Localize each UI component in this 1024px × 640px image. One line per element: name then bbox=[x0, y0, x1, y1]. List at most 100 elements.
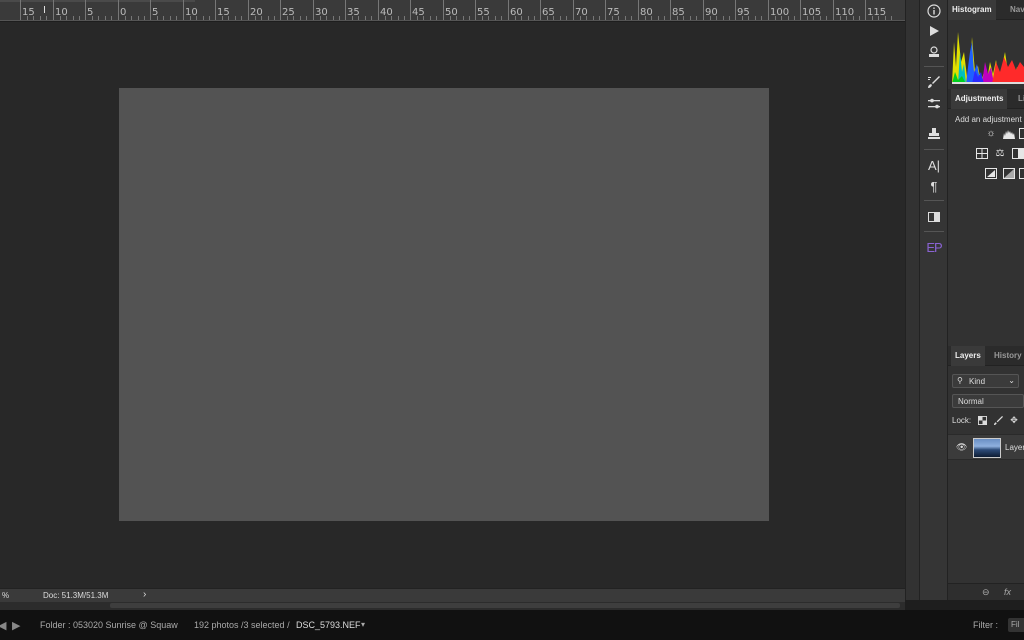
brush-settings-icon[interactable] bbox=[923, 94, 945, 114]
gradient-swatch-icon[interactable] bbox=[923, 207, 945, 227]
back-arrow-icon[interactable]: ◀ bbox=[0, 619, 6, 632]
document-canvas[interactable] bbox=[119, 88, 769, 521]
paragraph-icon[interactable]: ¶ bbox=[923, 176, 945, 196]
character-icon[interactable]: A| bbox=[923, 155, 945, 175]
ruler-minor-tick bbox=[501, 16, 502, 20]
ruler-minor-tick bbox=[365, 16, 366, 20]
ruler-minor-tick bbox=[566, 16, 567, 20]
ruler-major-tick bbox=[118, 0, 119, 20]
right-panel-dock: Histogram Nav Adjustments Li Add an adju… bbox=[948, 0, 1024, 600]
ruler-minor-tick bbox=[534, 16, 535, 20]
horizontal-scroll-thumb[interactable] bbox=[110, 603, 900, 608]
status-menu-arrow[interactable]: › bbox=[143, 589, 146, 600]
fx-icon[interactable]: fx bbox=[1004, 587, 1011, 597]
threshold-icon[interactable] bbox=[1019, 168, 1024, 179]
layer-name[interactable]: Layer bbox=[1005, 443, 1024, 452]
horizontal-scrollbar[interactable] bbox=[0, 602, 905, 610]
ruler-minor-tick bbox=[859, 16, 860, 20]
curves-icon[interactable] bbox=[1019, 128, 1024, 139]
ruler-minor-tick bbox=[515, 16, 516, 20]
tab-histogram[interactable]: Histogram bbox=[948, 0, 996, 20]
clone-source-icon[interactable] bbox=[923, 124, 945, 144]
horizontal-ruler[interactable]: 15 10 5 0 5 10 15 20 25 30 35 40 45 50 55 60 65 70 75 80 85 9… bbox=[0, 0, 905, 21]
forward-arrow-icon[interactable]: ▶ bbox=[12, 619, 20, 632]
vertical-scrollbar[interactable] bbox=[905, 0, 919, 600]
ruler-minor-tick bbox=[320, 16, 321, 20]
visibility-eye-icon[interactable]: 👁 bbox=[956, 442, 967, 453]
zoom-readout[interactable]: % bbox=[2, 591, 9, 600]
ruler-minor-tick bbox=[105, 16, 106, 20]
ruler-minor-tick bbox=[775, 16, 776, 20]
ruler-major-tick bbox=[345, 0, 346, 20]
ruler-minor-tick bbox=[235, 16, 236, 20]
ruler-minor-tick bbox=[436, 16, 437, 20]
ruler-minor-tick bbox=[742, 16, 743, 20]
color-balance-icon[interactable]: ⚖ bbox=[994, 148, 1006, 159]
ruler-minor-tick bbox=[625, 16, 626, 20]
posterize-icon[interactable] bbox=[1003, 168, 1015, 179]
ruler-minor-tick bbox=[255, 16, 256, 20]
ruler-minor-tick bbox=[781, 16, 782, 20]
ruler-minor-tick bbox=[820, 16, 821, 20]
ruler-minor-tick bbox=[144, 16, 145, 20]
ruler-top-line bbox=[0, 0, 195, 2]
lock-position-move-icon[interactable]: ✥ bbox=[1009, 415, 1019, 425]
ruler-minor-tick bbox=[209, 16, 210, 20]
ruler-major-tick bbox=[280, 0, 281, 20]
ruler-tick-label: 105 bbox=[802, 7, 822, 18]
ruler-minor-tick bbox=[268, 16, 269, 20]
tool-separator bbox=[924, 66, 944, 67]
lock-transparent-icon[interactable] bbox=[977, 415, 987, 425]
layer-kind-filter[interactable]: ⚲ Kind ⌄ bbox=[952, 374, 1019, 388]
canvas-workspace[interactable] bbox=[0, 22, 905, 588]
blend-mode-select[interactable]: Normal bbox=[952, 394, 1024, 408]
filename-dropdown-icon[interactable]: ▾ bbox=[361, 620, 365, 629]
color-balance-grid-icon[interactable] bbox=[976, 148, 988, 159]
ruler-minor-tick bbox=[788, 16, 789, 20]
tab-libraries[interactable]: Li bbox=[1014, 89, 1024, 109]
ruler-major-tick bbox=[605, 0, 606, 20]
ruler-major-tick bbox=[865, 0, 866, 20]
properties-icon[interactable] bbox=[923, 42, 945, 62]
folder-path[interactable]: Folder : 053020 Sunrise @ Squaw bbox=[40, 620, 178, 630]
ruler-major-tick bbox=[378, 0, 379, 20]
link-layers-icon[interactable]: ⊖ bbox=[982, 587, 990, 598]
chevron-down-icon: ⌄ bbox=[1008, 376, 1015, 385]
ruler-minor-tick bbox=[612, 16, 613, 20]
status-bar: % Doc: 51.3M/51.3M › bbox=[0, 588, 905, 602]
ruler-major-tick bbox=[638, 0, 639, 20]
ruler-minor-tick bbox=[157, 16, 158, 20]
tab-navigator[interactable]: Nav bbox=[1006, 0, 1024, 20]
ruler-minor-tick bbox=[222, 16, 223, 20]
tab-adjustments[interactable]: Adjustments bbox=[951, 89, 1008, 109]
tab-layers[interactable]: Layers bbox=[951, 346, 985, 366]
play-actions-icon[interactable] bbox=[923, 21, 945, 41]
info-icon[interactable] bbox=[923, 1, 945, 21]
ruler-major-tick bbox=[768, 0, 769, 20]
ruler-minor-tick bbox=[885, 16, 886, 20]
black-white-icon[interactable] bbox=[1012, 148, 1024, 159]
invert-icon[interactable] bbox=[985, 168, 997, 179]
brightness-contrast-icon[interactable]: ☼ bbox=[985, 128, 997, 139]
ruler-minor-tick bbox=[73, 16, 74, 20]
ruler-minor-tick bbox=[274, 16, 275, 20]
tool-separator bbox=[924, 200, 944, 201]
layer-row[interactable]: 👁 Layer bbox=[948, 434, 1024, 460]
ruler-minor-tick bbox=[404, 16, 405, 20]
selected-filename[interactable]: DSC_5793.NEF bbox=[296, 620, 361, 630]
ruler-minor-tick bbox=[618, 16, 619, 20]
levels-icon[interactable] bbox=[1003, 128, 1015, 139]
tab-history[interactable]: History bbox=[990, 346, 1024, 366]
layer-thumbnail[interactable] bbox=[973, 438, 1001, 458]
lock-paint-brush-icon[interactable] bbox=[993, 415, 1003, 425]
photo-selection-count: 192 photos /3 selected / bbox=[194, 620, 290, 630]
brush-icon[interactable] bbox=[923, 72, 945, 92]
ruler-major-tick bbox=[410, 0, 411, 20]
filter-dropdown[interactable]: Fil bbox=[1008, 618, 1024, 632]
ep-plugin-icon[interactable]: EP bbox=[923, 237, 945, 257]
ruler-minor-tick bbox=[872, 16, 873, 20]
ruler-minor-tick bbox=[580, 16, 581, 20]
ruler-minor-tick bbox=[358, 16, 359, 20]
ruler-minor-tick bbox=[66, 16, 67, 20]
ruler-minor-tick bbox=[723, 16, 724, 20]
